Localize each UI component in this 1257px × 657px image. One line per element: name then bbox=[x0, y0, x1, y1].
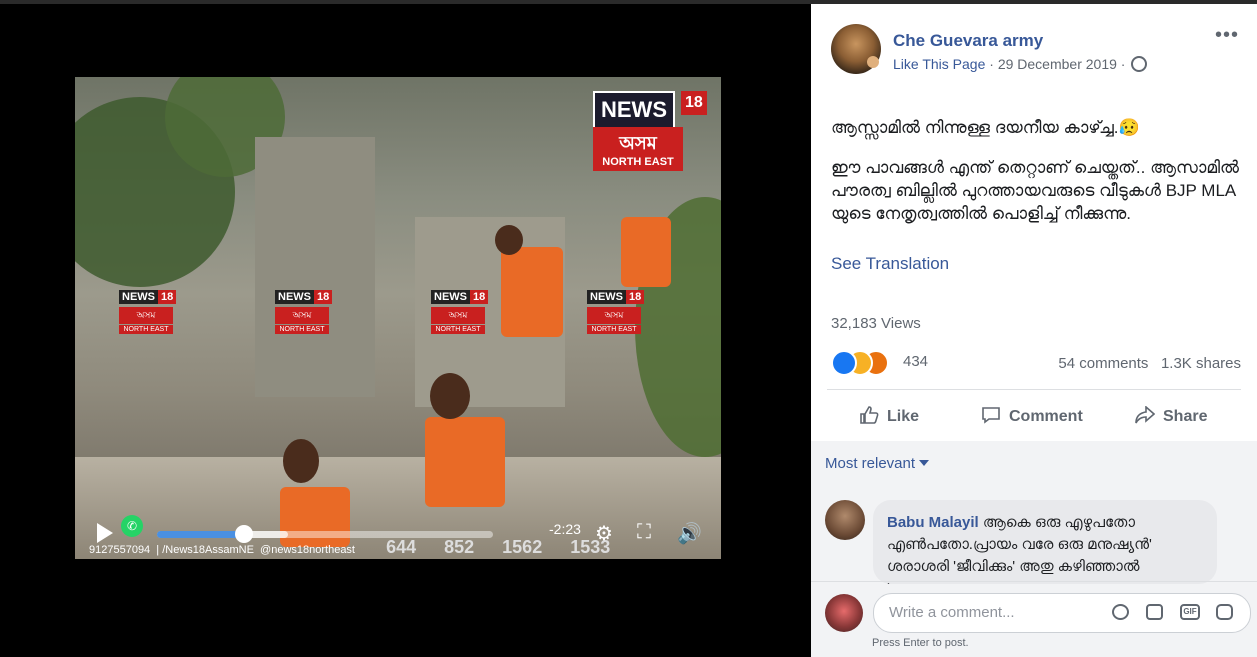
views-count: 32,183 Views bbox=[831, 315, 921, 332]
video-scene-worker-head bbox=[430, 373, 470, 419]
divider bbox=[811, 581, 1257, 582]
comment-button[interactable]: Comment bbox=[981, 396, 1083, 438]
news18-watermark: NEWS 18 অসম NORTH EAST bbox=[119, 287, 189, 337]
meta-separator: · bbox=[989, 56, 994, 72]
comments-count-link[interactable]: 54 comments bbox=[1058, 355, 1148, 372]
enter-to-post-hint: Press Enter to post. bbox=[872, 637, 969, 649]
news18-channel-logo: NEWS 18 অসম NORTH EAST bbox=[593, 91, 707, 177]
post-text-paragraph: ഈ പാവങ്ങൾ എന്ത് തെറ്റാണ് ചെയ്തത്.. ആസാമി… bbox=[831, 158, 1239, 223]
news18-watermark: NEWS 18 অসম NORTH EAST bbox=[431, 287, 501, 337]
caret-down-icon bbox=[919, 460, 930, 466]
divider bbox=[827, 389, 1241, 390]
see-translation-link[interactable]: See Translation bbox=[831, 254, 949, 274]
globe-icon bbox=[1131, 56, 1148, 72]
commenter-avatar[interactable] bbox=[825, 500, 865, 540]
buffer-bar bbox=[244, 531, 289, 538]
gif-icon[interactable]: GIF bbox=[1180, 604, 1200, 620]
comment-author-link[interactable]: Babu Malayil bbox=[887, 514, 979, 531]
video-scene-worker bbox=[425, 417, 505, 507]
thumbs-up-icon bbox=[860, 406, 879, 424]
share-icon bbox=[1135, 406, 1155, 424]
time-remaining: -2:23 bbox=[549, 521, 581, 537]
comment-sort-dropdown[interactable]: Most relevant bbox=[825, 455, 930, 472]
video-scene-worker bbox=[621, 217, 671, 287]
like-reaction-icon bbox=[831, 350, 857, 376]
emoji-icon[interactable] bbox=[1112, 604, 1129, 620]
post-text-line: ആസ്സാമിൽ നിന്നുള്ള ദയനീയ കാഴ്ച്ച.😥 bbox=[831, 118, 1140, 137]
video-scene-worker-head bbox=[283, 439, 319, 483]
comment-bubble: Babu Malayil ആകെ ഒരു എഴുപതോ എൺപതോ.പ്രായം… bbox=[873, 500, 1217, 584]
comment-input-placeholder: Write a comment... bbox=[889, 604, 1015, 621]
page-name-link[interactable]: Che Guevara army bbox=[893, 31, 1043, 51]
like-button[interactable]: Like bbox=[859, 396, 919, 438]
page-avatar[interactable] bbox=[831, 24, 881, 74]
avatar-detail bbox=[867, 56, 879, 68]
fullscreen-icon[interactable]: ⛶ bbox=[637, 521, 651, 544]
like-page-link[interactable]: Like This Page bbox=[893, 56, 985, 72]
video-scene-wall bbox=[255, 137, 375, 397]
reaction-count: 434 bbox=[903, 353, 929, 370]
video-player[interactable]: NEWS 18 অসম NORTH EAST NEWS 18 অসম NORTH E… bbox=[75, 77, 721, 559]
news18-watermark: NEWS 18 অসম NORTH EAST bbox=[275, 287, 345, 337]
post-actions: Like Comment Share bbox=[811, 396, 1257, 438]
volume-icon[interactable]: 🔊 bbox=[677, 521, 702, 546]
video-controls: -2:23 ⚙ ⛶ 🔊 bbox=[87, 513, 707, 557]
share-button[interactable]: Share bbox=[1135, 396, 1207, 438]
comment-input[interactable]: Write a comment... GIF bbox=[873, 593, 1251, 633]
video-scene-worker-head bbox=[495, 225, 523, 255]
video-scene-worker bbox=[501, 247, 563, 337]
progress-fill bbox=[157, 531, 245, 538]
shares-count-link[interactable]: 1.3K shares bbox=[1161, 355, 1241, 372]
play-icon[interactable] bbox=[97, 523, 113, 543]
meta-separator: · bbox=[1120, 56, 1126, 72]
comment-icon bbox=[982, 407, 1000, 424]
news18-watermark: NEWS 18 অসম NORTH EAST bbox=[587, 287, 657, 337]
progress-track[interactable] bbox=[157, 525, 493, 543]
settings-gear-icon[interactable]: ⚙ bbox=[595, 521, 613, 546]
comment-content: Babu Malayil ആകെ ഒരു എഴുപതോ എൺപതോ.പ്രായം… bbox=[887, 512, 1209, 584]
camera-icon[interactable] bbox=[1146, 604, 1163, 620]
post-text: ആസ്സാമിൽ നിന്നുള്ള ദയനീയ കാഴ്ച്ച.😥 ഈ പാവ… bbox=[831, 116, 1241, 242]
sticker-icon[interactable] bbox=[1216, 604, 1233, 620]
current-user-avatar bbox=[825, 594, 863, 632]
post-panel: Che Guevara army Like This Page · 29 Dec… bbox=[811, 4, 1257, 657]
engagement-counts: 54 comments 1.3K shares bbox=[1058, 355, 1241, 372]
more-options-icon[interactable]: ••• bbox=[1215, 24, 1239, 47]
post-date[interactable]: 29 December 2019 bbox=[998, 56, 1117, 72]
post-meta: Like This Page · 29 December 2019 · bbox=[893, 56, 1148, 72]
